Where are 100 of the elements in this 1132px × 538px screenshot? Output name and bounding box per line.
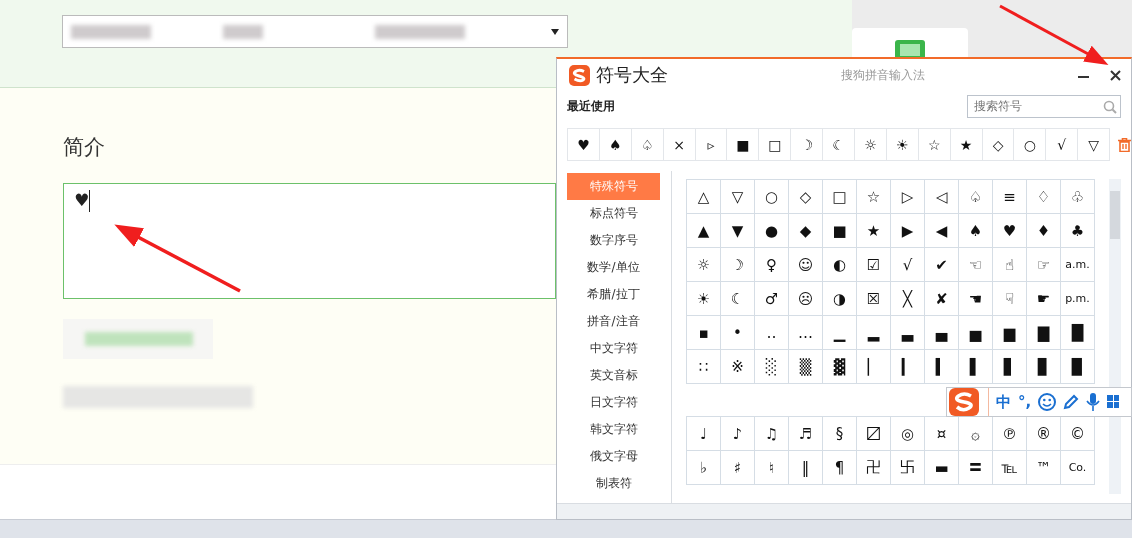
symbol-cell[interactable]: ✘ [925,282,959,316]
symbol-cell[interactable]: ≡ [993,180,1027,214]
symbol-cell[interactable]: ☾ [721,282,755,316]
symbol-cell[interactable]: ▁ [823,316,857,350]
symbol-cell[interactable]: a.m. [1061,248,1095,282]
symbol-cell[interactable]: ♂ [755,282,789,316]
category-item[interactable]: 英文音标 [567,362,660,389]
symbol-cell[interactable]: ▍ [925,350,959,384]
intro-textarea[interactable]: ♥ [63,183,556,299]
symbol-cell[interactable]: ☜ [959,248,993,282]
close-icon[interactable] [1110,69,1121,81]
grid-icon[interactable] [1107,394,1120,410]
category-item[interactable]: 希腊/拉丁 [567,281,660,308]
symbol-cell[interactable]: ▅ [959,316,993,350]
symbol-cell[interactable]: ☚ [959,282,993,316]
symbol-cell[interactable]: ☽ [790,128,824,161]
symbol-cell[interactable]: 卍 [857,451,891,485]
symbol-cell[interactable]: ♥ [567,128,600,161]
symbol-cell[interactable]: ◇ [789,180,823,214]
symbol-cell[interactable]: ▋ [993,350,1027,384]
symbol-cell[interactable]: ◁ [925,180,959,214]
symbol-cell[interactable]: ☑ [857,248,891,282]
symbol-cell[interactable]: ☆ [857,180,891,214]
symbol-cell[interactable]: ☼ [854,128,887,161]
symbol-cell[interactable]: ★ [949,128,983,161]
category-item[interactable]: 标点符号 [567,200,660,227]
symbol-cell[interactable]: ‖ [789,451,823,485]
symbol-cell[interactable]: ▎ [891,350,925,384]
symbol-cell[interactable]: § [823,417,857,451]
symbol-cell[interactable]: ▏ [857,350,891,384]
symbol-cell[interactable]: × [662,128,696,161]
symbol-cell[interactable]: ▓ [823,350,857,384]
symbol-cell[interactable]: ☀ [885,128,919,161]
symbol-cell[interactable]: … [789,316,823,350]
symbol-cell[interactable]: ☾ [822,128,855,161]
symbol-cell[interactable]: □ [823,180,857,214]
symbol-cell[interactable]: ♤ [959,180,993,214]
symbol-cell[interactable]: ★ [857,214,891,248]
category-item[interactable]: 数学/单位 [567,254,660,281]
symbol-cell[interactable]: ♥ [993,214,1027,248]
symbol-cell[interactable]: ◀ [925,214,959,248]
symbol-cell[interactable]: ♩ [687,417,721,451]
microphone-icon[interactable] [1086,393,1101,411]
symbol-cell[interactable]: ∷ [687,350,721,384]
symbol-cell[interactable]: ▼ [721,214,755,248]
symbol-cell[interactable]: ℡ [993,451,1027,485]
symbol-cell[interactable]: 〓 [959,451,993,485]
symbol-cell[interactable]: ▇ [1027,316,1061,350]
symbol-cell[interactable]: ♣ [1061,214,1095,248]
symbol-cell[interactable]: ▌ [959,350,993,384]
symbol-cell[interactable]: ♮ [755,451,789,485]
symbol-cell[interactable]: ™ [1027,451,1061,485]
symbol-cell[interactable]: ■ [823,214,857,248]
symbol-cell[interactable]: ☒ [857,282,891,316]
symbol-cell[interactable]: ♯ [721,451,755,485]
symbol-cell[interactable]: ♬ [789,417,823,451]
symbol-cell[interactable]: ▽ [1077,128,1111,161]
symbol-cell[interactable]: ☽ [721,248,755,282]
symbol-cell[interactable]: √ [1045,128,1079,161]
symbol-cell[interactable]: ♦ [1027,214,1061,248]
category-item[interactable]: 制表符 [567,470,660,497]
punctuation-mode[interactable]: °, [1018,393,1032,411]
search-field[interactable]: 搜索符号 [967,94,1121,118]
trash-icon[interactable] [1118,137,1132,152]
category-item[interactable]: 俄文字母 [567,443,660,470]
symbol-cell[interactable]: ▽ [721,180,755,214]
pencil-icon[interactable] [1063,394,1080,410]
symbol-cell[interactable]: ♢ [1027,180,1061,214]
symbol-cell[interactable]: 卐 [891,451,925,485]
symbol-cell[interactable]: ▊ [1027,350,1061,384]
input-mode[interactable]: 中 [996,392,1011,412]
symbol-cell[interactable]: ▃ [891,316,925,350]
symbol-cell[interactable]: ♫ [755,417,789,451]
symbol-cell[interactable]: █ [1061,316,1095,350]
category-item[interactable]: 数字序号 [567,227,660,254]
symbol-cell[interactable]: ▬ [925,451,959,485]
symbol-cell[interactable]: √ [891,248,925,282]
symbol-cell[interactable]: ▄ [925,316,959,350]
symbol-cell[interactable]: ☛ [1027,282,1061,316]
symbol-cell[interactable]: ♭ [687,451,721,485]
symbol-cell[interactable]: ♠ [598,128,632,161]
symbol-cell[interactable]: ▶ [891,214,925,248]
symbol-cell[interactable]: ☺ [789,248,823,282]
symbol-cell[interactable]: ◑ [823,282,857,316]
smiley-icon[interactable] [1038,393,1057,411]
symbol-cell[interactable]: ▪ [687,316,721,350]
symbol-cell[interactable]: ■ [726,128,760,161]
symbol-cell[interactable]: ○ [1013,128,1047,161]
symbol-cell[interactable]: ░ [755,350,789,384]
symbol-cell[interactable]: ▉ [1061,350,1095,384]
category-item[interactable]: 拼音/注音 [567,308,660,335]
symbol-cell[interactable]: ▒ [789,350,823,384]
symbol-cell[interactable]: ╳ [891,282,925,316]
symbol-cell[interactable]: ▆ [993,316,1027,350]
symbol-cell[interactable]: △ [687,180,721,214]
symbol-cell[interactable]: ● [755,214,789,248]
symbol-cell[interactable]: p.m. [1061,282,1095,316]
symbol-cell[interactable]: ‥ [755,316,789,350]
category-item[interactable]: 日文字符 [567,389,660,416]
symbol-cell[interactable]: ♪ [721,417,755,451]
